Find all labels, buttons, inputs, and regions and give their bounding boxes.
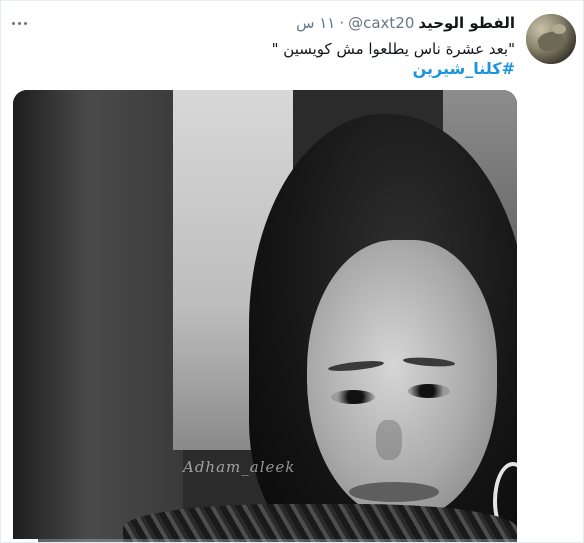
- background-wall: [13, 90, 183, 542]
- hashtag-link[interactable]: #كلنا_شيرين: [413, 59, 515, 78]
- right-eye: [408, 384, 450, 398]
- video-progress-fill: [13, 539, 39, 542]
- tweet-video[interactable]: Adham_aleek: [13, 90, 517, 542]
- lips: [349, 482, 439, 502]
- timestamp[interactable]: ١١ س: [296, 14, 335, 32]
- video-progress-bar[interactable]: [13, 539, 517, 542]
- separator: ·: [339, 14, 345, 32]
- tweet-header: الفطو الوحيد @caxt20 · ١١ س: [296, 14, 515, 32]
- left-eye: [331, 390, 375, 404]
- video-watermark: Adham_aleek: [183, 458, 296, 476]
- patterned-clothing: [123, 504, 517, 542]
- tweet-text: "بعد عشرة ناس يطلعوا مش كويسين ": [271, 40, 515, 58]
- more-horizontal-icon[interactable]: [12, 15, 32, 27]
- face: [307, 240, 497, 520]
- display-name[interactable]: الفطو الوحيد: [418, 14, 515, 32]
- tweet-card[interactable]: الفطو الوحيد @caxt20 · ١١ س "بعد عشرة نا…: [0, 0, 584, 543]
- nose: [376, 420, 402, 460]
- user-handle[interactable]: @caxt20: [348, 14, 414, 32]
- avatar[interactable]: [526, 14, 576, 64]
